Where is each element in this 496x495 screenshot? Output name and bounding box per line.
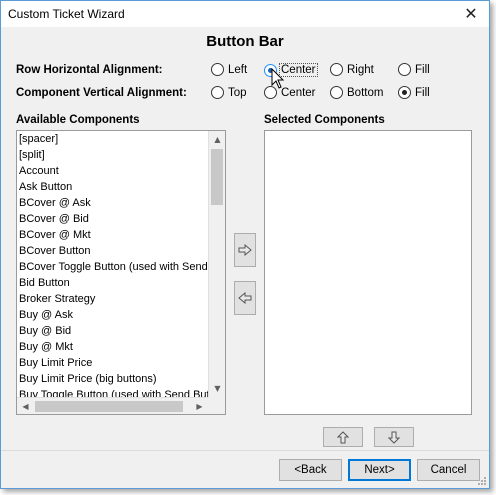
scroll-up-icon[interactable]: ▲ [209, 131, 225, 148]
list-item[interactable]: Buy @ Ask [17, 307, 208, 323]
radio-button-icon [398, 63, 411, 76]
radio-label: Bottom [347, 86, 384, 99]
arrow-right-icon [238, 244, 252, 256]
vert-align-center-radio[interactable]: Center [264, 86, 316, 99]
arrow-left-icon [238, 292, 252, 304]
window-title: Custom Ticket Wizard [8, 7, 125, 21]
available-items: [spacer] [split] Account Ask Button BCover @… [17, 131, 208, 397]
available-components-list[interactable]: [spacer] [split] Account Ask Button BCover @… [16, 130, 226, 415]
list-item[interactable]: BCover Button [17, 243, 208, 259]
back-button[interactable]: <Back [279, 459, 342, 481]
radio-label: Center [281, 86, 316, 99]
scrollbar-thumb[interactable] [35, 401, 183, 412]
selected-components-list[interactable] [264, 130, 472, 415]
add-component-button[interactable] [234, 233, 256, 267]
list-item[interactable]: Bid Button [17, 275, 208, 291]
radio-label: Fill [415, 86, 430, 99]
radio-label: Right [347, 63, 374, 76]
list-item[interactable]: Ask Button [17, 179, 208, 195]
resize-grip-icon[interactable] [477, 476, 487, 486]
list-item[interactable]: Broker Strategy [17, 291, 208, 307]
radio-button-icon [211, 86, 224, 99]
list-item[interactable]: Buy Toggle Button (used with Send Butt [17, 387, 208, 397]
row-alignment-label: Row Horizontal Alignment: [16, 64, 163, 76]
list-item[interactable]: Buy Limit Price [17, 355, 208, 371]
wizard-window: Custom Ticket Wizard ✕ Button Bar Row Ho… [0, 0, 490, 489]
vert-align-fill-radio[interactable]: Fill [398, 86, 430, 99]
next-button[interactable]: Next> [348, 459, 411, 481]
radio-button-icon [264, 86, 277, 99]
title-bar: Custom Ticket Wizard ✕ [1, 1, 489, 27]
radio-label: Fill [415, 63, 430, 76]
cancel-button[interactable]: Cancel [417, 459, 480, 481]
row-align-left-radio[interactable]: Left [211, 63, 247, 76]
list-item[interactable]: [spacer] [17, 131, 208, 147]
selected-components-label: Selected Components [264, 114, 385, 126]
list-item[interactable]: [split] [17, 147, 208, 163]
scroll-right-icon[interactable]: ▶ [191, 398, 208, 414]
arrow-up-icon [337, 430, 349, 443]
radio-button-icon [330, 63, 343, 76]
list-item[interactable]: BCover @ Ask [17, 195, 208, 211]
radio-label: Top [228, 86, 247, 99]
move-up-button[interactable] [323, 427, 363, 447]
row-align-fill-radio[interactable]: Fill [398, 63, 430, 76]
horizontal-scrollbar[interactable]: ◀ ▶ [17, 397, 208, 414]
page-title: Button Bar [206, 33, 284, 50]
list-item[interactable]: Account [17, 163, 208, 179]
scroll-down-icon[interactable]: ▼ [209, 380, 225, 397]
vertical-alignment-label: Component Vertical Alignment: [16, 87, 187, 99]
vertical-scrollbar[interactable]: ▲ ▼ [208, 131, 225, 397]
list-item[interactable]: BCover Toggle Button (used with Send B [17, 259, 208, 275]
radio-button-icon [398, 86, 411, 99]
scroll-corner [208, 397, 225, 414]
radio-button-icon [330, 86, 343, 99]
close-icon[interactable]: ✕ [461, 4, 481, 24]
radio-button-icon [211, 63, 224, 76]
wizard-footer: <Back Next> Cancel [1, 450, 489, 488]
list-item[interactable]: BCover @ Bid [17, 211, 208, 227]
scrollbar-thumb[interactable] [211, 149, 223, 205]
arrow-down-icon [388, 431, 400, 444]
row-align-right-radio[interactable]: Right [330, 63, 374, 76]
scroll-left-icon[interactable]: ◀ [17, 398, 34, 414]
vert-align-bottom-radio[interactable]: Bottom [330, 86, 383, 99]
list-item[interactable]: BCover @ Mkt [17, 227, 208, 243]
list-item[interactable]: Buy Limit Price (big buttons) [17, 371, 208, 387]
move-down-button[interactable] [374, 427, 414, 447]
vert-align-top-radio[interactable]: Top [211, 86, 247, 99]
available-components-label: Available Components [16, 114, 140, 126]
list-item[interactable]: Buy @ Bid [17, 323, 208, 339]
remove-component-button[interactable] [234, 281, 256, 315]
list-item[interactable]: Buy @ Mkt [17, 339, 208, 355]
radio-label: Left [228, 63, 248, 76]
